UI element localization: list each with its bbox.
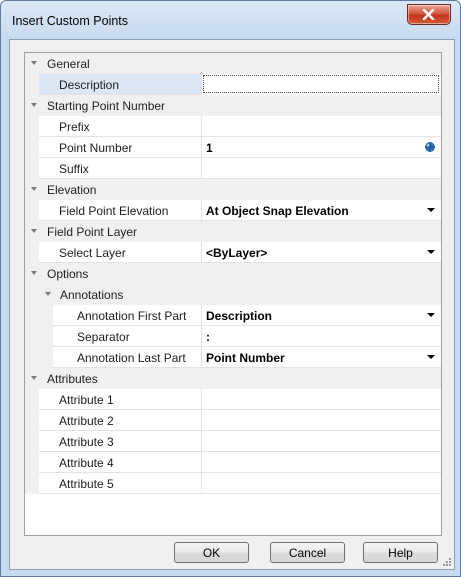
annotation-last-part-select[interactable]: Point Number <box>202 347 441 368</box>
chevron-down-icon[interactable] <box>31 187 37 191</box>
chevron-down-icon[interactable] <box>31 61 37 65</box>
chevron-down-icon[interactable] <box>45 292 51 296</box>
property-name: Annotation Last Part <box>53 347 202 368</box>
property-row-suffix[interactable]: Suffix <box>25 158 441 179</box>
category-label: Elevation <box>47 183 97 197</box>
description-input[interactable] <box>203 75 439 93</box>
property-row-select-layer[interactable]: Select Layer <ByLayer> <box>25 242 441 263</box>
dropdown-arrow-icon[interactable] <box>427 313 435 317</box>
property-name: Field Point Elevation <box>39 200 202 221</box>
property-name: Prefix <box>39 116 202 137</box>
category-annotations[interactable]: Annotations <box>25 284 441 305</box>
category-attributes[interactable]: Attributes <box>25 368 441 389</box>
property-name: Attribute 4 <box>39 452 202 473</box>
category-label: Attributes <box>47 372 98 386</box>
attribute-2-input[interactable] <box>202 410 441 431</box>
property-row-attribute-5[interactable]: Attribute 5 <box>25 473 441 494</box>
dropdown-arrow-icon[interactable] <box>427 250 435 254</box>
chevron-down-icon[interactable] <box>31 271 37 275</box>
attribute-4-input[interactable] <box>202 452 441 473</box>
category-field-point-layer[interactable]: Field Point Layer <box>25 221 441 242</box>
property-row-annotation-last-part[interactable]: Annotation Last Part Point Number <box>25 347 441 368</box>
property-row-prefix[interactable]: Prefix <box>25 116 441 137</box>
category-label: General <box>47 57 90 71</box>
property-name: Separator <box>53 326 202 347</box>
dialog-buttons: OK Cancel Help <box>10 542 454 566</box>
property-name: Suffix <box>39 158 202 179</box>
field-point-elevation-select[interactable]: At Object Snap Elevation <box>202 200 441 221</box>
property-row-separator[interactable]: Separator : <box>25 326 441 347</box>
resize-grip-icon[interactable] <box>442 557 452 567</box>
property-name: Attribute 2 <box>39 410 202 431</box>
attribute-5-input[interactable] <box>202 473 441 494</box>
dropdown-arrow-icon[interactable] <box>427 208 435 212</box>
category-label: Field Point Layer <box>47 225 138 239</box>
property-name: Attribute 5 <box>39 473 202 494</box>
select-layer-select[interactable]: <ByLayer> <box>202 242 441 263</box>
dialog-window: Insert Custom Points General Description… <box>0 0 461 577</box>
property-row-point-number[interactable]: Point Number 1 <box>25 137 441 158</box>
property-name: Annotation First Part <box>53 305 202 326</box>
category-label: Annotations <box>60 288 124 302</box>
category-general[interactable]: General <box>25 53 441 74</box>
category-label: Starting Point Number <box>47 99 166 113</box>
property-row-description[interactable]: Description <box>25 74 441 95</box>
property-row-annotation-first-part[interactable]: Annotation First Part Description <box>25 305 441 326</box>
close-icon <box>422 9 435 20</box>
property-row-field-point-elevation[interactable]: Field Point Elevation At Object Snap Ele… <box>25 200 441 221</box>
ok-button[interactable]: OK <box>174 542 249 563</box>
chevron-down-icon[interactable] <box>31 103 37 107</box>
window-title: Insert Custom Points <box>12 14 129 28</box>
property-grid: General Description Starting Point Numbe… <box>24 52 442 536</box>
property-name: Select Layer <box>39 242 202 263</box>
title-bar[interactable]: Insert Custom Points <box>1 1 460 39</box>
attribute-1-input[interactable] <box>202 389 441 410</box>
suffix-input[interactable] <box>202 158 441 179</box>
dialog-client-area: General Description Starting Point Numbe… <box>9 39 455 570</box>
property-name: Description <box>39 74 202 95</box>
close-button[interactable] <box>407 4 451 25</box>
property-row-attribute-2[interactable]: Attribute 2 <box>25 410 441 431</box>
property-row-attribute-1[interactable]: Attribute 1 <box>25 389 441 410</box>
category-starting-point-number[interactable]: Starting Point Number <box>25 95 441 116</box>
property-row-attribute-3[interactable]: Attribute 3 <box>25 431 441 452</box>
dropdown-arrow-icon[interactable] <box>427 355 435 359</box>
point-number-input[interactable]: 1 <box>202 137 441 158</box>
attribute-3-input[interactable] <box>202 431 441 452</box>
category-elevation[interactable]: Elevation <box>25 179 441 200</box>
property-name: Point Number <box>39 137 202 158</box>
property-name: Attribute 1 <box>39 389 202 410</box>
chevron-down-icon[interactable] <box>31 229 37 233</box>
prefix-input[interactable] <box>202 116 441 137</box>
chevron-down-icon[interactable] <box>31 376 37 380</box>
category-options[interactable]: Options <box>25 263 441 284</box>
help-button[interactable]: Help <box>363 542 438 563</box>
annotation-first-part-select[interactable]: Description <box>202 305 441 326</box>
category-label: Options <box>47 267 89 281</box>
separator-input[interactable]: : <box>202 326 441 347</box>
property-row-attribute-4[interactable]: Attribute 4 <box>25 452 441 473</box>
cancel-button[interactable]: Cancel <box>270 542 345 563</box>
property-name: Attribute 3 <box>39 431 202 452</box>
pick-point-icon[interactable] <box>424 141 436 153</box>
